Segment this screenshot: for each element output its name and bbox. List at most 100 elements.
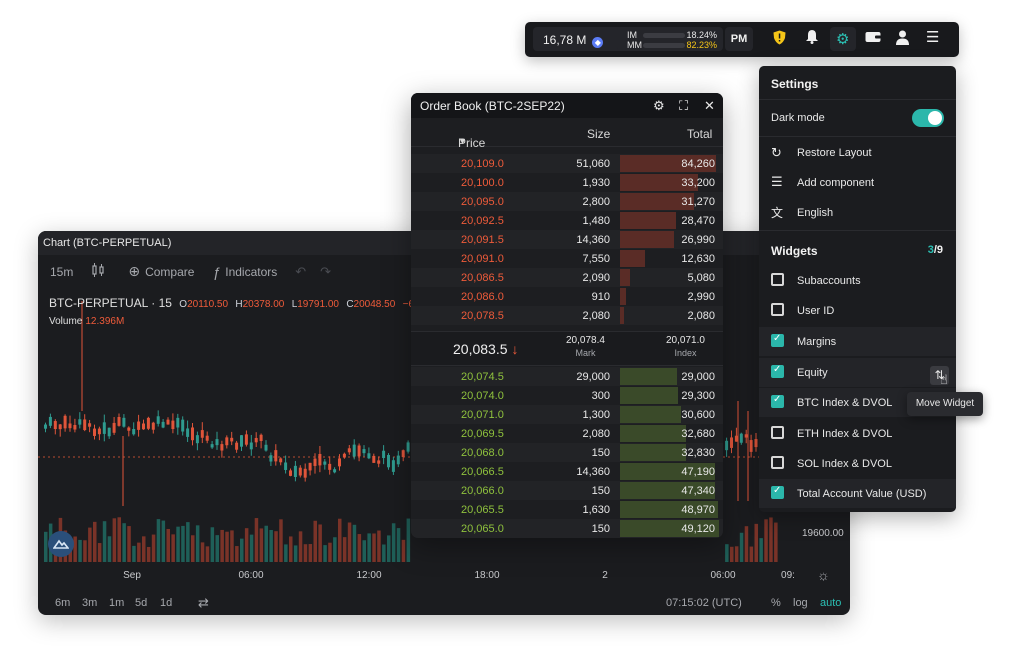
widget-item[interactable]: Equity	[759, 358, 956, 387]
widget-checkbox[interactable]	[771, 273, 784, 286]
ask-row[interactable]: 20,092.5 1,480 28,470	[411, 211, 723, 230]
volume-bar	[734, 546, 739, 562]
interval-button[interactable]: 15m	[50, 265, 73, 279]
refresh-icon: ↻	[771, 145, 782, 160]
ask-price: 20,091.5	[461, 234, 504, 246]
widget-checkbox[interactable]	[771, 333, 784, 347]
widget-checkbox[interactable]	[771, 364, 784, 378]
candle-body	[137, 421, 141, 430]
index-price: 20,071.0 Index	[666, 335, 705, 358]
widget-item[interactable]: Total Account Value (USD)	[759, 479, 956, 508]
widget-label: User ID	[797, 305, 835, 317]
ask-size: 910	[591, 291, 610, 303]
ask-total: 84,260	[681, 158, 715, 170]
bid-row[interactable]: 20,074.5 29,000 29,000	[411, 367, 723, 386]
bid-row[interactable]: 20,071.0 1,300 30,600	[411, 405, 723, 424]
indicators-button[interactable]: ƒ Indicators	[212, 264, 277, 280]
widget-item[interactable]: SOL Index & DVOL	[759, 449, 956, 478]
candle-type-button[interactable]	[91, 263, 110, 280]
wallet-icon[interactable]	[865, 30, 881, 47]
widget-checkbox[interactable]	[771, 394, 784, 408]
volume-bar	[725, 544, 729, 562]
expand-icon[interactable]: ⛶	[679, 98, 688, 114]
user-icon[interactable]	[896, 30, 909, 49]
depth-bar	[620, 269, 630, 286]
bid-size: 1,630	[582, 504, 610, 516]
candle-body	[166, 419, 170, 425]
ask-row[interactable]: 20,091.0 7,550 12,630	[411, 249, 723, 268]
widget-checkbox[interactable]	[771, 456, 784, 469]
volume-bar	[151, 534, 156, 562]
time-label: 2	[602, 570, 608, 581]
percent-scale-toggle[interactable]: %	[771, 597, 781, 609]
close-value: 20048.50	[353, 299, 396, 310]
ask-row[interactable]: 20,095.0 2,800 31,270	[411, 192, 723, 211]
dark-mode-toggle[interactable]	[912, 109, 944, 127]
candle-body	[323, 461, 327, 465]
dark-mode-label: Dark mode	[771, 112, 825, 124]
gear-icon[interactable]: ⚙	[653, 98, 665, 114]
redo-icon[interactable]: ↷	[320, 264, 331, 280]
widget-checkbox[interactable]	[771, 426, 784, 439]
auto-scale-toggle[interactable]: auto	[820, 597, 841, 609]
timeframe-3m[interactable]: 3m	[82, 597, 97, 609]
volume-bar	[122, 523, 126, 562]
bid-row[interactable]: 20,069.5 2,080 32,680	[411, 424, 723, 443]
bid-row[interactable]: 20,066.0 150 47,340	[411, 481, 723, 500]
settings-gear-icon[interactable]: ☼	[817, 567, 830, 583]
timeframe-1d[interactable]: 1d	[160, 597, 172, 609]
candle-body	[377, 460, 381, 464]
volume-bar	[210, 527, 215, 562]
candle-body	[122, 417, 126, 427]
ask-row[interactable]: 20,100.0 1,930 33,200	[411, 173, 723, 192]
candle-body	[333, 469, 337, 473]
bid-row[interactable]: 20,065.5 1,630 48,970	[411, 500, 723, 519]
widget-checkbox[interactable]	[771, 485, 784, 499]
menu-icon[interactable]: ☰	[926, 28, 939, 46]
candle-body	[244, 434, 248, 445]
widget-checkbox[interactable]	[771, 303, 784, 316]
volume-bar	[166, 528, 170, 562]
language-item[interactable]: 文 English	[759, 202, 956, 224]
widget-item[interactable]: ETH Index & DVOL	[759, 419, 956, 448]
balance-value: 16,78 M	[543, 33, 587, 47]
compare-button[interactable]: ⊕ Compare	[128, 263, 194, 280]
widget-item[interactable]: User ID	[759, 296, 956, 325]
portfolio-margin-badge[interactable]: PM	[725, 27, 753, 51]
volume-bar	[303, 544, 308, 562]
ask-row[interactable]: 20,091.5 14,360 26,990	[411, 230, 723, 249]
bell-icon[interactable]	[805, 29, 819, 48]
close-icon[interactable]: ✕	[704, 98, 715, 114]
bid-row[interactable]: 20,074.0 300 29,300	[411, 386, 723, 405]
timeframe-6m[interactable]: 6m	[55, 597, 70, 609]
function-icon: ƒ	[212, 263, 221, 280]
candle-body	[739, 433, 743, 443]
candle-body	[102, 422, 106, 434]
log-scale-toggle[interactable]: log	[793, 597, 808, 609]
depth-bar	[620, 231, 674, 248]
bid-row[interactable]: 20,068.0 150 32,830	[411, 443, 723, 462]
shield-icon[interactable]	[773, 30, 786, 49]
timeframe-1m[interactable]: 1m	[109, 597, 124, 609]
candle-body	[58, 424, 62, 430]
volume-bar	[88, 527, 92, 562]
restore-layout-item[interactable]: ↻ Restore Layout	[759, 142, 956, 164]
widget-label: SOL Index & DVOL	[797, 458, 892, 470]
bid-row[interactable]: 20,065.0 150 49,120	[411, 519, 723, 538]
timeframe-5d[interactable]: 5d	[135, 597, 147, 609]
ask-row[interactable]: 20,078.5 2,080 2,080	[411, 306, 723, 325]
widget-item[interactable]: Subaccounts	[759, 266, 956, 295]
ask-row[interactable]: 20,086.0 910 2,990	[411, 287, 723, 306]
ask-row[interactable]: 20,109.0 51,060 84,260	[411, 154, 723, 173]
legend-resolution: 15	[158, 296, 172, 310]
undo-icon[interactable]: ↶	[295, 264, 306, 280]
date-range-icon[interactable]: ⇄	[198, 595, 209, 611]
add-component-item[interactable]: ☰ Add component	[759, 172, 956, 194]
settings-button[interactable]: ⚙	[830, 27, 856, 51]
bid-total: 29,000	[681, 371, 715, 383]
widget-item[interactable]: Margins	[759, 327, 956, 356]
balance-badge[interactable]: 16,78 M ◆	[533, 27, 629, 51]
margin-indicator[interactable]: IM 18.24% MM 82.23%	[617, 27, 723, 51]
bid-row[interactable]: 20,066.5 14,360 47,190	[411, 462, 723, 481]
ask-row[interactable]: 20,086.5 2,090 5,080	[411, 268, 723, 287]
